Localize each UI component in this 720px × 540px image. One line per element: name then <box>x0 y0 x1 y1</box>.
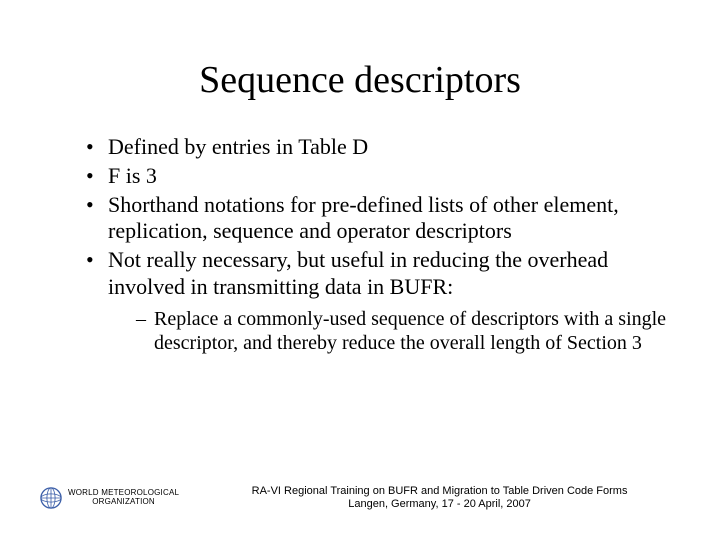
footer: WORLD METEOROLOGICAL ORGANIZATION RA-VI … <box>0 485 720 513</box>
footer-left: WORLD METEOROLOGICAL ORGANIZATION <box>40 487 179 509</box>
slide: Sequence descriptors Defined by entries … <box>0 0 720 540</box>
org-line-2: ORGANIZATION <box>68 498 179 507</box>
bullet-item: Not really necessary, but useful in redu… <box>86 247 670 355</box>
org-name: WORLD METEOROLOGICAL ORGANIZATION <box>68 489 179 507</box>
wmo-logo-icon <box>40 487 62 509</box>
bullet-item: F is 3 <box>86 163 670 190</box>
sub-bullet-item: Replace a commonly-used sequence of desc… <box>136 307 670 356</box>
bullet-item: Defined by entries in Table D <box>86 134 670 161</box>
event-line-2: Langen, Germany, 17 - 20 April, 2007 <box>199 498 680 512</box>
bullet-list: Defined by entries in Table D F is 3 Sho… <box>50 134 670 356</box>
sub-bullet-list: Replace a commonly-used sequence of desc… <box>108 307 670 356</box>
footer-right: RA-VI Regional Training on BUFR and Migr… <box>179 485 680 513</box>
bullet-text: Not really necessary, but useful in redu… <box>108 247 608 299</box>
slide-title: Sequence descriptors <box>50 58 670 102</box>
event-line-1: RA-VI Regional Training on BUFR and Migr… <box>199 485 680 499</box>
bullet-item: Shorthand notations for pre-defined list… <box>86 192 670 246</box>
